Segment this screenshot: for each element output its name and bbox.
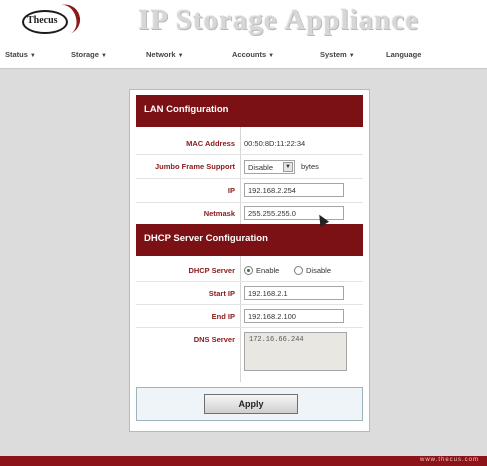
row-divider — [136, 281, 363, 282]
mac-address-label: MAC Address — [186, 139, 235, 148]
nav-status[interactable]: Status ▼ — [5, 50, 36, 59]
row-divider — [136, 327, 363, 328]
netmask-label: Netmask — [203, 209, 235, 218]
dns-server-label: DNS Server — [193, 335, 235, 344]
apply-button[interactable]: Apply — [204, 394, 298, 414]
label-divider — [240, 256, 241, 382]
row-divider — [136, 178, 363, 179]
jumbo-frame-selected: Disable — [248, 163, 274, 172]
nav-language[interactable]: Language — [386, 50, 421, 59]
jumbo-frame-unit: bytes — [301, 162, 319, 171]
app-header: Thecus IP Storage Appliance — [0, 0, 487, 44]
dhcp-enable-label[interactable]: Enable — [256, 266, 279, 275]
row-divider — [136, 304, 363, 305]
nav-accounts-label: Accounts — [232, 50, 267, 59]
logo-text: Thecus — [27, 15, 58, 26]
ip-label: IP — [227, 186, 235, 195]
nav-language-label: Language — [386, 50, 422, 59]
dhcp-disable-radio[interactable] — [294, 266, 303, 275]
dhcp-server-label: DHCP Server — [188, 266, 235, 275]
nav-system-label: System — [320, 50, 347, 59]
chevron-down-icon: ▼ — [268, 53, 275, 59]
dhcp-enable-radio[interactable] — [244, 266, 253, 275]
start-ip-label: Start IP — [208, 289, 235, 298]
nav-storage-label: Storage — [71, 50, 99, 59]
network-config-panel: LAN Configuration MAC Address 00:50:8D:1… — [129, 89, 370, 432]
nav-network[interactable]: Network ▼ — [146, 50, 184, 59]
row-divider — [136, 154, 363, 155]
dhcp-disable-label[interactable]: Disable — [306, 266, 331, 275]
jumbo-frame-label: Jumbo Frame Support — [154, 162, 235, 171]
apply-bar: Apply — [136, 387, 363, 421]
mac-address-value: 00:50:8D:11:22:34 — [244, 139, 306, 148]
main-nav: Status ▼ Storage ▼ Network ▼ Accounts ▼ Syst… — [0, 46, 487, 69]
end-ip-label: End IP — [211, 312, 235, 321]
chevron-down-icon: ▼ — [348, 53, 355, 59]
dns-server-textarea[interactable]: 172.16.66.244 — [244, 332, 347, 371]
ip-input[interactable] — [244, 183, 344, 197]
chevron-down-icon: ▼ — [177, 53, 184, 59]
nav-status-label: Status — [5, 50, 28, 59]
footer-url[interactable]: www.thecus.com — [420, 457, 479, 463]
start-ip-input[interactable] — [244, 286, 344, 300]
end-ip-input[interactable] — [244, 309, 344, 323]
nav-storage[interactable]: Storage ▼ — [71, 50, 107, 59]
nav-accounts[interactable]: Accounts ▼ — [232, 50, 274, 59]
row-divider — [136, 202, 363, 203]
chevron-down-icon: ▼ — [100, 53, 107, 59]
content-area: LAN Configuration MAC Address 00:50:8D:1… — [0, 69, 487, 456]
chevron-down-icon: ▼ — [29, 53, 36, 59]
nav-network-label: Network — [146, 50, 176, 59]
chevron-down-icon[interactable]: ▼ — [283, 162, 293, 172]
dhcp-section-title: DHCP Server Configuration — [144, 233, 268, 244]
app-title: IP Storage Appliance — [138, 4, 420, 36]
netmask-input[interactable] — [244, 206, 344, 220]
footer-bar: www.thecus.com — [0, 456, 487, 466]
nav-system[interactable]: System ▼ — [320, 50, 355, 59]
lan-section-title: LAN Configuration — [144, 104, 229, 115]
dhcp-section-header: DHCP Server Configuration — [136, 224, 363, 256]
lan-section-header: LAN Configuration — [136, 95, 363, 127]
jumbo-frame-select[interactable]: Disable ▼ — [244, 160, 295, 174]
